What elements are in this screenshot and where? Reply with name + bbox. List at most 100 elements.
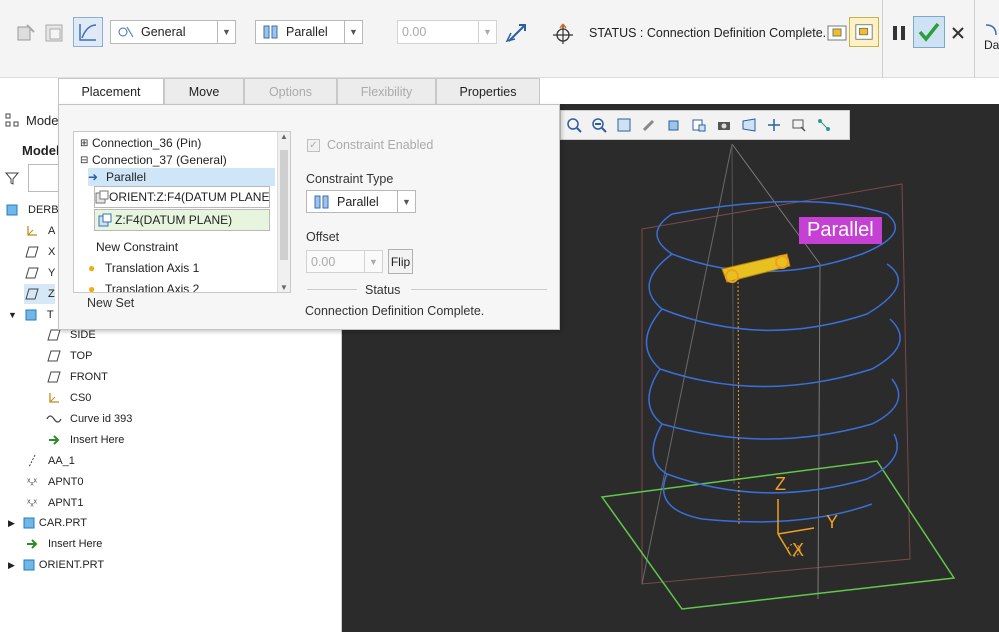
tree-item-label: T	[46, 309, 54, 321]
model-tree-tab[interactable]: Mode	[4, 110, 59, 130]
filter-input[interactable]	[28, 164, 60, 192]
collapse-triangle-icon[interactable]: ▼	[8, 310, 17, 320]
reference-z[interactable]: Z:F4(DATUM PLANE)	[94, 209, 270, 231]
chevron-down-icon[interactable]: ▼	[344, 21, 362, 43]
tab-move[interactable]: Move	[164, 78, 244, 104]
spin-center-icon[interactable]	[813, 115, 834, 136]
tree-item[interactable]: ˣₓˣ APNT1	[24, 493, 83, 513]
filter-icon[interactable]	[4, 171, 20, 185]
pause-icon[interactable]	[885, 19, 913, 47]
scroll-thumb[interactable]	[280, 150, 288, 260]
component-window-icon[interactable]	[40, 19, 68, 47]
separate-window-icon[interactable]	[823, 19, 851, 47]
datum-label[interactable]: Da	[984, 38, 999, 52]
accept-checkmark-icon[interactable]	[913, 16, 945, 48]
chevron-down-icon[interactable]: ▼	[364, 251, 382, 272]
assembly-window-icon[interactable]	[849, 17, 879, 47]
parallel-constraint-tag: Parallel	[799, 217, 882, 244]
scroll-down-arrow-icon[interactable]: ▼	[278, 283, 290, 292]
scroll-up-arrow-icon[interactable]: ▲	[278, 132, 290, 141]
display-style-icon[interactable]	[663, 115, 684, 136]
filter-row[interactable]	[4, 164, 60, 192]
repaint-icon[interactable]	[638, 115, 659, 136]
tree-item-label: CS0	[70, 392, 92, 404]
chevron-down-icon[interactable]: ▼	[217, 21, 235, 43]
tree-root[interactable]: DERBY	[4, 200, 66, 220]
view-manager-icon[interactable]	[713, 115, 734, 136]
new-set-link[interactable]: New Set	[87, 296, 134, 310]
tree-item[interactable]: FRONT	[46, 367, 108, 387]
saved-orientations-icon[interactable]	[688, 115, 709, 136]
translation-axis-label: Translation Axis 2	[105, 282, 200, 293]
connection-list[interactable]: ⊞ Connection_36 (Pin) ⊟ Connection_37 (G…	[73, 131, 291, 293]
constraint-item-selected[interactable]: ➜ Parallel	[88, 168, 275, 186]
flip-arrow-icon[interactable]	[503, 19, 531, 47]
tree-item[interactable]: Y	[24, 263, 55, 283]
offset-input[interactable]: 0.00 ▼	[397, 20, 497, 44]
tree-item[interactable]: TOP	[46, 346, 92, 366]
offset-value: 0.00	[402, 25, 427, 39]
list-scrollbar[interactable]: ▲ ▼	[277, 132, 290, 292]
tree-item[interactable]: Insert Here	[24, 534, 102, 554]
constraint-enabled-checkbox[interactable]: ✓ Constraint Enabled	[307, 138, 433, 152]
tab-properties[interactable]: Properties	[436, 78, 540, 104]
datum-display-icon[interactable]	[763, 115, 784, 136]
datum-plane-icon	[46, 349, 62, 363]
view-toolbar	[560, 110, 850, 140]
curve-connection-icon[interactable]	[73, 17, 103, 47]
cancel-close-icon[interactable]	[944, 19, 972, 47]
tab-flexibility[interactable]: Flexibility	[337, 78, 436, 104]
axis-z-label: Z	[775, 474, 786, 494]
model-tree-subtitle: Model	[22, 142, 60, 158]
connection-type-select[interactable]: General ▼	[110, 20, 236, 44]
flip-button[interactable]: Flip	[388, 249, 413, 274]
expand-triangle-icon[interactable]: ▶	[8, 518, 15, 529]
datum-plane-icon	[24, 266, 40, 280]
tree-item[interactable]: ▼ T	[8, 305, 54, 325]
part-icon	[21, 558, 37, 572]
chevron-down-icon[interactable]: ▼	[397, 191, 415, 212]
part-icon	[21, 516, 37, 530]
tree-item[interactable]: CS0	[46, 388, 91, 408]
user-defined-connection-icon[interactable]	[12, 19, 40, 47]
tree-item[interactable]: AA_1	[24, 451, 75, 471]
tree-item[interactable]: ▶ CAR.PRT	[8, 513, 87, 533]
chevron-down-icon[interactable]: ▼	[478, 21, 496, 43]
refit-icon[interactable]	[613, 115, 634, 136]
toolbar-separator	[882, 0, 883, 78]
zoom-in-icon[interactable]	[563, 115, 584, 136]
offset-label: Offset	[306, 230, 340, 244]
tab-options[interactable]: Options	[244, 78, 337, 104]
collapse-box-icon[interactable]: ⊞	[80, 138, 92, 149]
tree-item[interactable]: X	[24, 242, 55, 262]
checkbox-checked-icon[interactable]: ✓	[307, 138, 320, 152]
tree-item[interactable]: ▶ ORIENT.PRT	[8, 555, 104, 575]
panel-offset-input[interactable]: 0.00 ▼	[306, 250, 383, 273]
perspective-view-icon[interactable]	[738, 115, 759, 136]
datum-plane-icon	[24, 245, 40, 259]
annotation-display-icon[interactable]	[788, 115, 809, 136]
zoom-out-icon[interactable]	[588, 115, 609, 136]
collapse-box-icon[interactable]: ⊟	[80, 155, 92, 166]
drag-component-icon[interactable]	[549, 20, 577, 48]
tree-item[interactable]: Insert Here	[46, 430, 124, 450]
translation-axis-item[interactable]: ● Translation Axis 2	[88, 280, 200, 293]
new-constraint-item[interactable]: New Constraint	[96, 238, 178, 256]
curve-icon	[46, 412, 62, 426]
translation-axis-item[interactable]: ● Translation Axis 1	[88, 259, 199, 277]
panel-constraint-type-select[interactable]: Parallel ▼	[306, 190, 416, 213]
expand-triangle-icon[interactable]: ▶	[8, 560, 15, 571]
tab-placement[interactable]: Placement	[58, 78, 164, 104]
status-heading: Status	[365, 283, 401, 297]
tree-item-label: AA_1	[48, 455, 75, 467]
tree-item-label: APNT0	[48, 476, 84, 488]
tree-item[interactable]: Z	[24, 284, 55, 304]
tree-item[interactable]: ˣₓˣ APNT0	[24, 472, 83, 492]
tree-item[interactable]: Curve id 393	[46, 409, 132, 429]
connection-item[interactable]: ⊞ Connection_36 (Pin)	[80, 134, 201, 152]
connection-item[interactable]: ⊟ Connection_37 (General)	[80, 151, 227, 169]
reference-orient[interactable]: ORIENT:Z:F4(DATUM PLANE)	[94, 186, 270, 208]
translation-axis-label: Translation Axis 1	[105, 261, 200, 275]
constraint-type-select[interactable]: Parallel ▼	[255, 20, 363, 44]
tree-item[interactable]: A	[24, 221, 55, 241]
